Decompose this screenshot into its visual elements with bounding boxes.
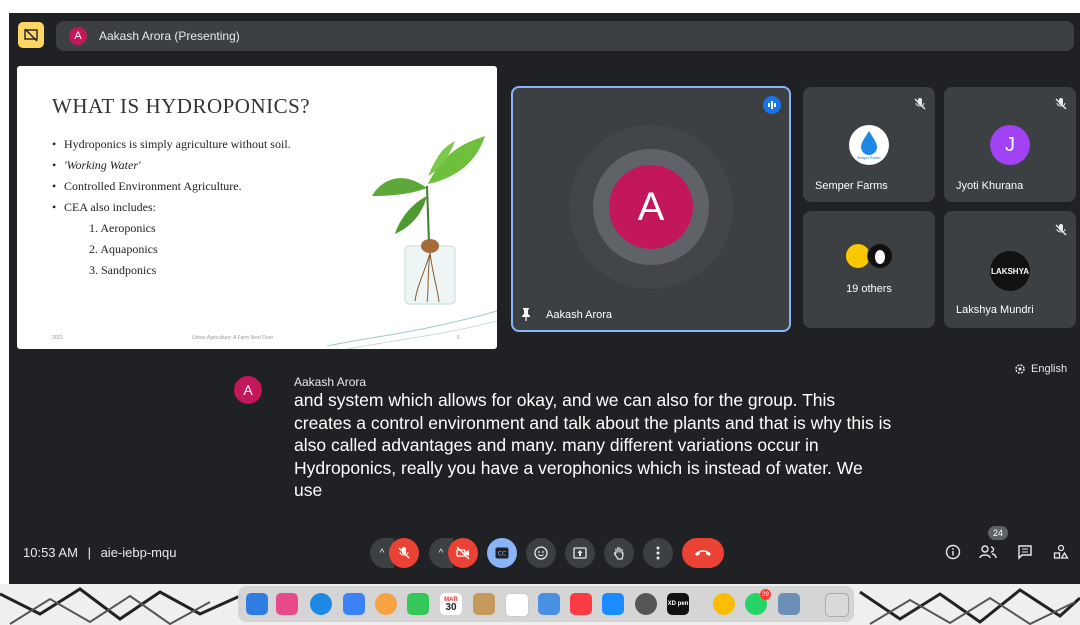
- photos-icon[interactable]: [375, 593, 397, 615]
- reminders-icon[interactable]: [505, 593, 529, 617]
- caption-language-button[interactable]: English: [1014, 363, 1067, 375]
- slide-bullet: • Hydroponics is simply agriculture witho…: [52, 137, 291, 151]
- emoji-icon: [534, 546, 548, 560]
- stop-presenting-button[interactable]: [18, 22, 44, 48]
- others-count: 19 others: [846, 283, 892, 295]
- slide-title: WHAT IS HYDROPONICS?: [52, 94, 311, 118]
- presenter-avatar: A: [69, 27, 87, 45]
- participant-name: Lakshya Mundri: [956, 304, 1034, 316]
- meeting-separator: |: [87, 545, 91, 560]
- whatsapp-badge: 29: [760, 589, 771, 600]
- pin-icon[interactable]: [521, 307, 531, 321]
- settings-icon: [1015, 364, 1025, 374]
- semper-farms-logo: Semper Farms: [849, 125, 889, 165]
- slide-bullet: • 'Working Water': [52, 158, 141, 172]
- activities-button[interactable]: [1051, 542, 1071, 562]
- slide-decoration: [327, 310, 497, 349]
- speaker-name: Aakash Arora: [546, 309, 613, 321]
- openai-icon[interactable]: [635, 593, 657, 615]
- lakshya-logo: LAKSHYA: [990, 251, 1030, 291]
- shared-slide[interactable]: WHAT IS HYDROPONICS? • Hydroponics is sim…: [17, 66, 497, 349]
- slide-subitem: 2. Aquaponics: [89, 242, 158, 256]
- svg-text:Semper Farms: Semper Farms: [857, 155, 881, 160]
- microphone-button[interactable]: [389, 538, 419, 568]
- caption-language: English: [1031, 363, 1068, 375]
- trash-icon[interactable]: [825, 593, 849, 617]
- participant-name: Semper Farms: [815, 180, 888, 192]
- slide-footer-year: 2021: [52, 335, 64, 341]
- reactions-button[interactable]: [526, 538, 556, 568]
- camera-off-icon: [456, 546, 470, 560]
- mic-off-icon: [914, 98, 926, 110]
- active-speaker-tile[interactable]: A Aakash Arora: [511, 86, 791, 332]
- safari-icon[interactable]: [310, 593, 332, 615]
- slide-page-number: 6: [457, 335, 460, 341]
- participant-tile-jyoti-khurana[interactable]: J Jyoti Khurana: [944, 87, 1076, 202]
- leave-call-button[interactable]: [682, 538, 724, 568]
- raise-hand-button[interactable]: [604, 538, 634, 568]
- participant-tile-semper-farms[interactable]: Semper Farms Semper Farms: [803, 87, 935, 202]
- camera-button[interactable]: [448, 538, 478, 568]
- more-options-button[interactable]: [643, 538, 673, 568]
- meet-window: A Aakash Arora (Presenting) WHAT IS HYDR…: [9, 13, 1080, 584]
- people-button[interactable]: [978, 542, 998, 562]
- app-store-icon[interactable]: [602, 593, 624, 615]
- meeting-time: 10:53 AM: [23, 545, 78, 560]
- more-vert-icon: [656, 546, 660, 560]
- plant-image: [372, 136, 485, 305]
- finder-icon[interactable]: [246, 593, 268, 615]
- meeting-code: aie-iebp-mqu: [100, 545, 177, 560]
- freeform-icon[interactable]: [538, 593, 560, 615]
- slide-bullets: • Hydroponics is simply agriculture witho…: [52, 134, 291, 218]
- calendar-icon[interactable]: MAR 30: [440, 593, 462, 615]
- participant-avatar: J: [990, 125, 1030, 165]
- end-call-icon: [695, 550, 711, 556]
- mic-off-icon: [398, 547, 410, 559]
- slide-footer-title: Urban Agriculture: A Farm Next Door: [192, 335, 274, 341]
- people-count-badge: 24: [988, 526, 1008, 540]
- facetime-icon[interactable]: [407, 593, 429, 615]
- slide-bullet: • CEA also includes:: [52, 200, 156, 214]
- meeting-details-button[interactable]: [943, 542, 963, 562]
- slide-subitem: 1. Aeroponics: [89, 221, 156, 235]
- slide-sublist: 1. Aeroponics 2. Aquaponics 3. Sandponic…: [89, 218, 158, 281]
- presentation-off-icon: [24, 28, 38, 42]
- contacts-icon[interactable]: [473, 593, 495, 615]
- caption-text: and system which allows for okay, and we…: [294, 390, 892, 500]
- people-icon: [979, 545, 997, 559]
- info-icon: [945, 544, 961, 560]
- slide-bullet: • Controlled Environment Agriculture.: [52, 179, 242, 193]
- mic-off-icon: [1055, 224, 1067, 236]
- others-avatar-2: [867, 243, 893, 269]
- chat-icon: [1018, 545, 1032, 560]
- activities-icon: [1053, 544, 1069, 559]
- participant-tile-others[interactable]: 19 others: [803, 211, 935, 328]
- chat-button[interactable]: [1015, 542, 1035, 562]
- caption-speaker-avatar: A: [234, 376, 262, 404]
- presenting-label: Aakash Arora (Presenting): [99, 29, 240, 43]
- svg-text:CC: CC: [498, 551, 506, 558]
- presenting-banner: A Aakash Arora (Presenting): [56, 21, 1074, 51]
- meeting-info: 10:53 AM | aie-iebp-mqu: [23, 545, 176, 560]
- speaking-indicator-icon: [763, 96, 781, 114]
- xp-pen-icon[interactable]: XD pen: [667, 593, 689, 615]
- present-screen-icon: [573, 547, 587, 559]
- mail-icon[interactable]: [343, 593, 365, 615]
- slide-subitem: 3. Sandponics: [89, 263, 157, 277]
- hand-icon: [613, 546, 624, 560]
- chrome-icon[interactable]: [713, 593, 735, 615]
- captions-button[interactable]: CC: [487, 538, 517, 568]
- participant-name: Jyoti Khurana: [956, 180, 1024, 192]
- closed-captions-icon: CC: [495, 547, 509, 559]
- present-button[interactable]: [565, 538, 595, 568]
- speaker-avatar: A: [609, 165, 693, 249]
- preview-icon[interactable]: [778, 593, 800, 615]
- participant-tile-lakshya-mundri[interactable]: LAKSHYA Lakshya Mundri: [944, 211, 1076, 328]
- caption-speaker-name: Aakash Arora: [294, 375, 367, 389]
- mic-off-icon: [1055, 98, 1067, 110]
- music-icon[interactable]: [570, 593, 592, 615]
- launchpad-icon[interactable]: [276, 593, 298, 615]
